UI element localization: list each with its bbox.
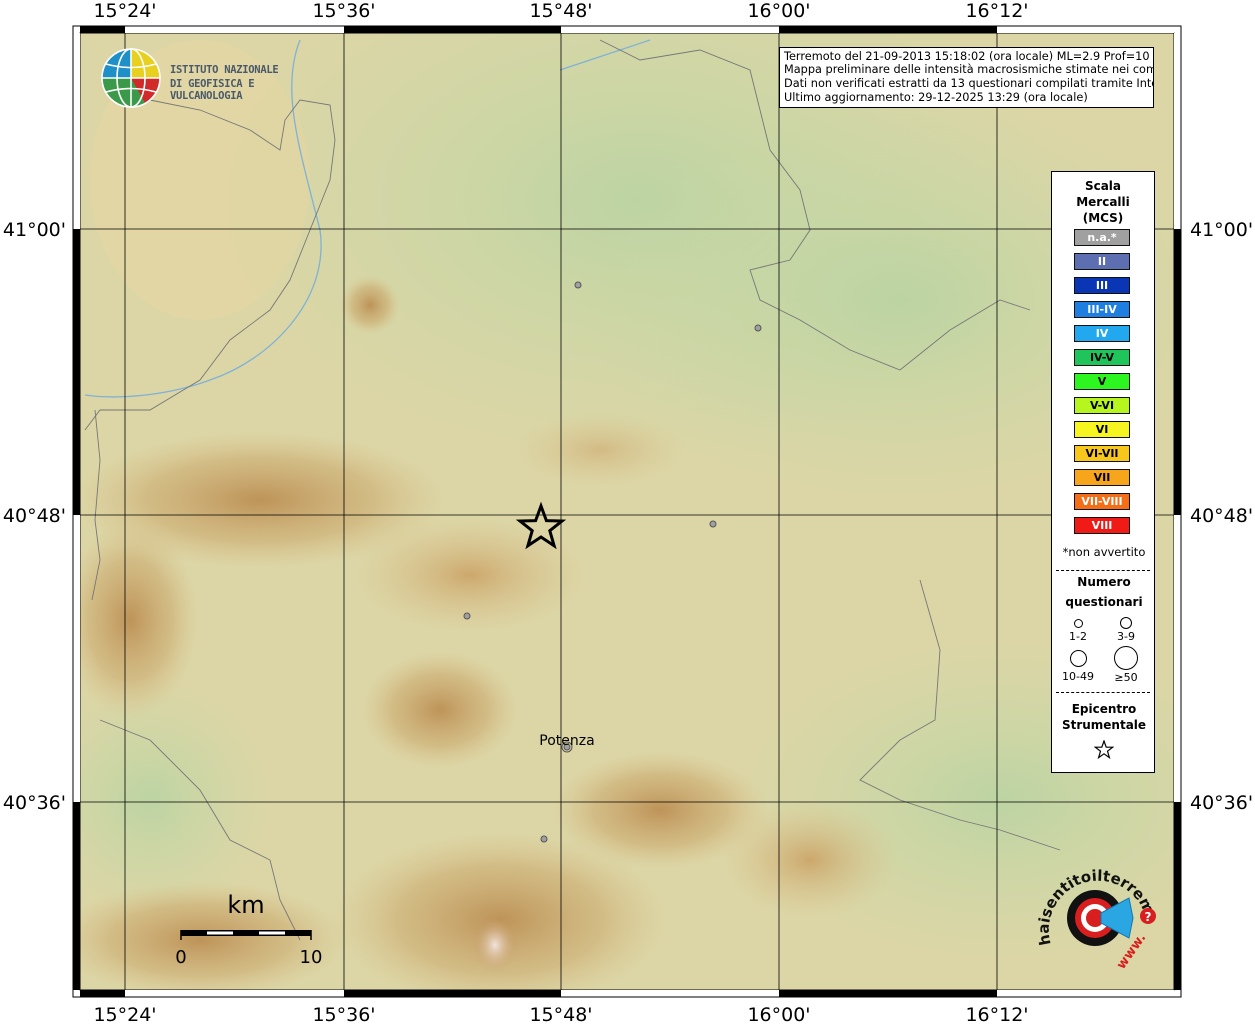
left-lat-label: 41°00' bbox=[3, 219, 66, 241]
mcs-class-swatch: VII-VIII bbox=[1074, 493, 1130, 510]
epicenter-title-2: Strumentale bbox=[1061, 718, 1147, 732]
scale-bar-start: 0 bbox=[175, 947, 186, 968]
epicenter-title-1: Epicentro bbox=[1071, 702, 1137, 716]
mcs-class-swatch: V bbox=[1074, 373, 1130, 390]
count-label: 1-2 bbox=[1069, 630, 1087, 643]
mcs-class-swatch: II bbox=[1074, 253, 1130, 270]
count-label: 3-9 bbox=[1117, 630, 1135, 643]
mcs-class-swatch: V-VI bbox=[1074, 397, 1130, 414]
left-lat-label: 40°48' bbox=[3, 505, 66, 527]
mcs-class-swatch: VII bbox=[1074, 469, 1130, 486]
scale-bar-end: 10 bbox=[300, 947, 323, 968]
top-lon-label: 16°12' bbox=[965, 0, 1028, 22]
top-lon-label: 15°48' bbox=[529, 0, 592, 22]
top-lon-label: 16°00' bbox=[747, 0, 810, 22]
city-label: Potenza bbox=[539, 733, 594, 749]
count-circle-small-icon bbox=[1074, 619, 1083, 628]
legend-title: Scala Mercalli (MCS) bbox=[1052, 178, 1154, 226]
count-circle-medium-icon bbox=[1120, 617, 1132, 629]
intensity-point[interactable] bbox=[709, 520, 717, 528]
info-line-data-source: Dati non verificati estratti da 13 quest… bbox=[784, 77, 1154, 90]
right-lat-label: 41°00' bbox=[1190, 219, 1253, 241]
mcs-class-swatch: VI bbox=[1074, 421, 1130, 438]
mcs-class-swatch: VIII bbox=[1074, 517, 1130, 534]
mcs-class-swatch: III-IV bbox=[1074, 301, 1130, 318]
intensity-point[interactable] bbox=[540, 835, 548, 843]
logo-line-2: DI GEOFISICA E VULCANOLOGIA bbox=[170, 78, 255, 102]
right-lat-label: 40°36' bbox=[1190, 792, 1253, 814]
mcs-class-swatch: IV bbox=[1074, 325, 1130, 342]
intensity-point[interactable] bbox=[463, 612, 471, 620]
legend-separator bbox=[1056, 570, 1150, 571]
bottom-lon-label: 15°48' bbox=[529, 1004, 592, 1024]
count-label: 10-49 bbox=[1062, 670, 1094, 683]
badge-www: www. bbox=[1114, 931, 1149, 972]
logo-line-1: ISTITUTO NAZIONALE bbox=[170, 64, 279, 76]
bottom-lon-label: 16°00' bbox=[747, 1004, 810, 1024]
top-lon-label: 15°36' bbox=[312, 0, 375, 22]
mcs-class-swatch: n.a.* bbox=[1074, 229, 1130, 246]
ingv-logo: ISTITUTO NAZIONALE DI GEOFISICA E VULCAN… bbox=[100, 47, 330, 109]
bottom-lon-label: 16°12' bbox=[965, 1004, 1028, 1024]
count-title-2: questionari bbox=[1065, 595, 1143, 609]
right-lat-label: 40°48' bbox=[1190, 505, 1253, 527]
legend-separator bbox=[1056, 692, 1150, 693]
event-info-box: Terremoto del 21-09-2013 15:18:02 (ora l… bbox=[779, 47, 1154, 108]
legend-title-line: (MCS) bbox=[1082, 211, 1124, 225]
count-label: ≥50 bbox=[1114, 671, 1138, 684]
bottom-lon-label: 15°24' bbox=[93, 1004, 156, 1024]
count-circle-large-icon bbox=[1070, 650, 1087, 667]
legend-title-line: Scala bbox=[1084, 179, 1122, 193]
intensity-point[interactable] bbox=[574, 281, 582, 289]
not-felt-note: *non avvertito bbox=[1062, 545, 1146, 559]
legend-title-line: Mercalli bbox=[1076, 195, 1130, 209]
svg-text:?: ? bbox=[1145, 910, 1152, 924]
bottom-lon-label: 15°36' bbox=[312, 1004, 375, 1024]
count-title-1: Numero bbox=[1077, 575, 1131, 589]
mcs-class-swatch: IV-V bbox=[1074, 349, 1130, 366]
globe-icon bbox=[101, 48, 161, 108]
scale-bar-title: km bbox=[227, 891, 264, 919]
left-lat-label: 40°36' bbox=[3, 792, 66, 814]
hai-sentito-il-terremoto-badge[interactable]: haisentitoilterremoto.it www. ? bbox=[1035, 858, 1160, 983]
legend: Scala Mercalli (MCS) n.a.* II III III-IV IV I… bbox=[1051, 171, 1155, 773]
info-line-description: Mappa preliminare delle intensità macros… bbox=[784, 63, 1154, 76]
mcs-class-swatch: III bbox=[1074, 277, 1130, 294]
mcs-class-swatch: VI-VII bbox=[1074, 445, 1130, 462]
intensity-point[interactable] bbox=[754, 324, 762, 332]
info-line-updated: Ultimo aggiornamento: 29-12-2025 13:29 (… bbox=[784, 91, 1088, 104]
count-circle-xlarge-icon bbox=[1114, 646, 1138, 670]
epicenter-legend-star-icon bbox=[1094, 740, 1114, 760]
top-lon-label: 15°24' bbox=[93, 0, 156, 22]
